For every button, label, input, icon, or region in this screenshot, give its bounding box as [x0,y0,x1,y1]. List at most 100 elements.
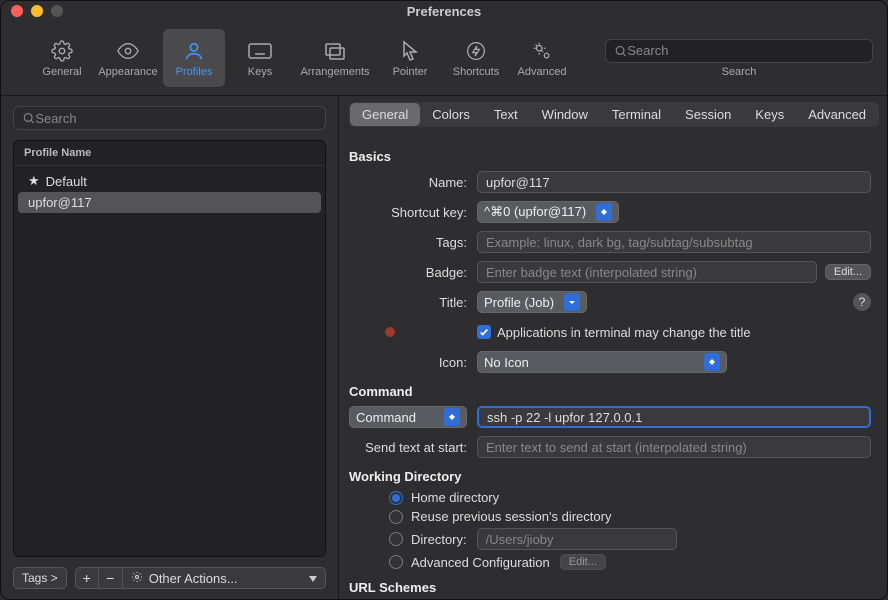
command-type-select[interactable]: Command [349,406,467,428]
reuse-radio[interactable] [389,510,403,524]
star-icon: ★ [28,173,40,189]
workingdir-title: Working Directory [349,469,871,484]
search-icon [614,44,627,58]
radio-row-directory[interactable]: Directory: [389,528,871,550]
profile-item-upfor[interactable]: upfor@117 [18,192,321,213]
badge-label: Badge: [349,265,467,280]
toolbar-item-general[interactable]: General [31,29,93,87]
home-label: Home directory [411,490,499,505]
send-input[interactable] [477,436,871,458]
icon-label: Icon: [349,355,467,370]
action-group: + − Other Actions... [75,567,326,589]
chevrons-icon [704,353,720,371]
apps-change-title-label: Applications in terminal may change the … [497,325,751,340]
toolbar: General Appearance Profiles Keys Arrange… [1,21,887,96]
profiles-box: Profile Name ★ Default upfor@117 [13,140,326,557]
toolbar-label: Shortcuts [453,66,499,78]
search-icon [22,111,35,125]
profile-item-default[interactable]: ★ Default [18,170,321,192]
toolbar-item-profiles[interactable]: Profiles [163,29,225,87]
title-value: Profile (Job) [484,295,554,310]
sidebar-search-input[interactable] [35,111,317,126]
profile-tabs: General Colors Text Window Terminal Sess… [349,102,879,127]
shortcut-value: ^⌘0 (upfor@117) [484,204,586,220]
windows-icon [323,38,347,64]
title-select[interactable]: Profile (Job) [477,291,587,313]
basics-title: Basics [349,149,871,164]
radio-row-home[interactable]: Home directory [389,490,871,505]
sidebar-search-field[interactable] [13,106,326,130]
toolbar-item-advanced[interactable]: Advanced [511,29,573,87]
preferences-window: Preferences General Appearance Profiles … [0,0,888,600]
chevron-down-icon [309,571,317,586]
remove-profile-button[interactable]: − [99,567,123,589]
toolbar-item-keys[interactable]: Keys [229,29,291,87]
directory-input [477,528,677,550]
badge-input[interactable] [477,261,817,283]
tab-advanced[interactable]: Advanced [796,103,878,126]
sidebar: Profile Name ★ Default upfor@117 Tags > … [1,96,339,599]
toolbar-label: Keys [248,66,272,78]
tags-input[interactable] [477,231,871,253]
profile-label: upfor@117 [28,195,92,210]
advanced-edit-button: Edit... [560,554,606,570]
directory-radio[interactable] [389,532,403,546]
toolbar-item-arrangements[interactable]: Arrangements [295,29,375,87]
shortcut-label: Shortcut key: [349,205,467,220]
gear-icon [131,571,143,586]
tab-general[interactable]: General [350,103,420,126]
sidebar-bottom: Tags > + − Other Actions... [13,567,326,589]
tab-colors[interactable]: Colors [420,103,482,126]
titlebar: Preferences [1,1,887,21]
toolbar-item-appearance[interactable]: Appearance [97,29,159,87]
tags-button[interactable]: Tags > [13,567,67,589]
eye-icon [117,38,139,64]
toolbar-label: Arrangements [300,66,369,78]
toolbar-item-shortcuts[interactable]: Shortcuts [445,29,507,87]
tab-session[interactable]: Session [673,103,743,126]
cursor-icon [400,38,420,64]
home-radio[interactable] [389,491,403,505]
apps-change-title-checkbox[interactable] [477,325,491,339]
directory-label: Directory: [411,532,467,547]
toolbar-search-label: Search [605,66,873,78]
radio-row-reuse[interactable]: Reuse previous session's directory [389,509,871,524]
tab-keys[interactable]: Keys [743,103,796,126]
profiles-list: ★ Default upfor@117 [14,166,325,556]
advanced-label: Advanced Configuration [411,555,550,570]
icon-select[interactable]: No Icon [477,351,727,373]
tags-label: Tags: [349,235,467,250]
toolbar-label: General [42,66,81,78]
reuse-label: Reuse previous session's directory [411,509,611,524]
help-button[interactable]: ? [853,293,871,311]
tab-terminal[interactable]: Terminal [600,103,673,126]
url-title: URL Schemes [349,580,871,595]
tab-text[interactable]: Text [482,103,530,126]
command-type-value: Command [356,410,416,425]
other-actions-label: Other Actions... [149,571,238,586]
bolt-icon [466,38,486,64]
badge-edit-button[interactable]: Edit... [825,264,871,280]
command-input[interactable] [477,406,871,428]
toolbar-search-field[interactable] [605,39,873,63]
shortcut-select[interactable]: ^⌘0 (upfor@117) [477,201,619,223]
profiles-header: Profile Name [14,141,325,166]
main: Profile Name ★ Default upfor@117 Tags > … [1,96,887,599]
name-label: Name: [349,175,467,190]
content: General Colors Text Window Terminal Sess… [339,96,887,599]
add-profile-button[interactable]: + [75,567,99,589]
other-actions-menu[interactable]: Other Actions... [123,567,326,589]
gear-icon [51,38,73,64]
radio-row-advanced[interactable]: Advanced Configuration Edit... [389,554,871,570]
toolbar-search-input[interactable] [627,43,864,58]
window-title: Preferences [1,4,887,19]
toolbar-item-pointer[interactable]: Pointer [379,29,441,87]
name-input[interactable] [477,171,871,193]
keyboard-icon [248,38,272,64]
toolbar-search: Search [605,39,873,78]
chevrons-icon [596,203,612,221]
toolbar-label: Pointer [393,66,428,78]
advanced-radio[interactable] [389,555,403,569]
tab-window[interactable]: Window [530,103,600,126]
toolbar-label: Profiles [176,66,213,78]
